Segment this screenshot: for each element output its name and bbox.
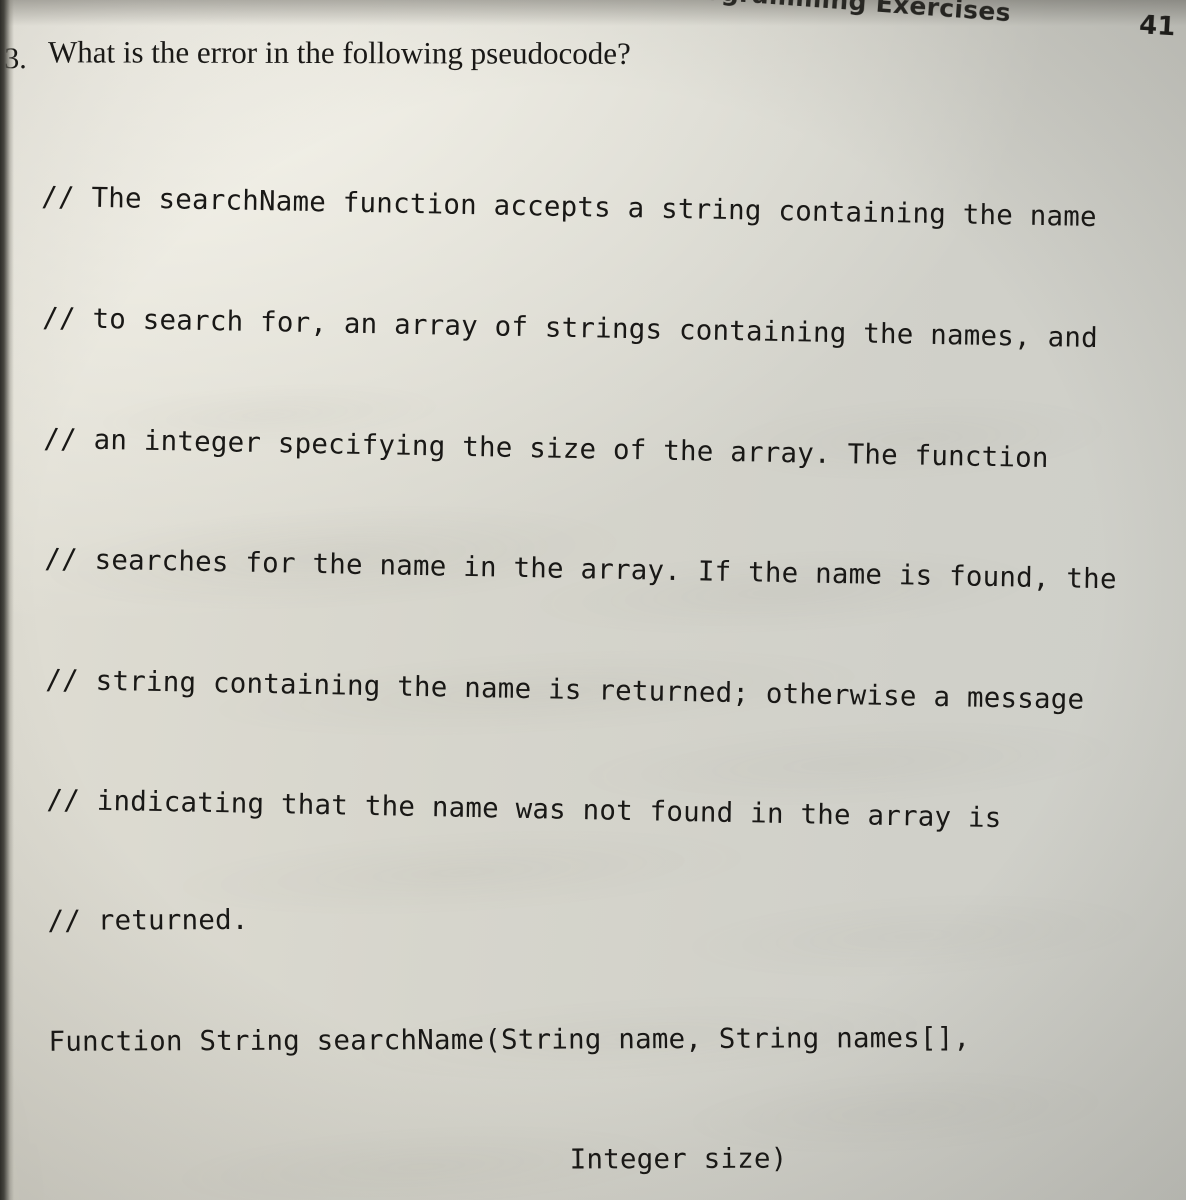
page-content: Programming Exercises 41 3. What is the … (0, 0, 1186, 1200)
question-number: 3. (4, 42, 27, 76)
paper-sheet: Programming Exercises 41 3. What is the … (0, 0, 1186, 1200)
code-comment-line: // to search for, an array of strings co… (42, 301, 1099, 355)
code-comment-line: // returned. (47, 903, 249, 937)
code-comment-line: // string containing the name is returne… (45, 663, 1085, 716)
code-signature-line: Function String searchName(String name, … (48, 1021, 971, 1058)
code-comment-line: // searches for the name in the array. I… (44, 542, 1117, 596)
code-comment-line: // an integer specifying the size of the… (43, 422, 1049, 474)
code-comment-line: // The searchName function accepts a str… (40, 181, 1098, 234)
page-number: 41 (1138, 10, 1177, 43)
textbook-page-photo: Programming Exercises 41 3. What is the … (0, 0, 1186, 1200)
code-signature-continuation: Integer size) (569, 1142, 788, 1176)
running-head: Programming Exercises (671, 0, 1012, 28)
code-comment-line: // indicating that the name was not foun… (46, 784, 1002, 835)
question-prompt: What is the error in the following pseud… (47, 34, 631, 71)
pseudocode-block: // The searchName function accepts a str… (40, 92, 1145, 1200)
